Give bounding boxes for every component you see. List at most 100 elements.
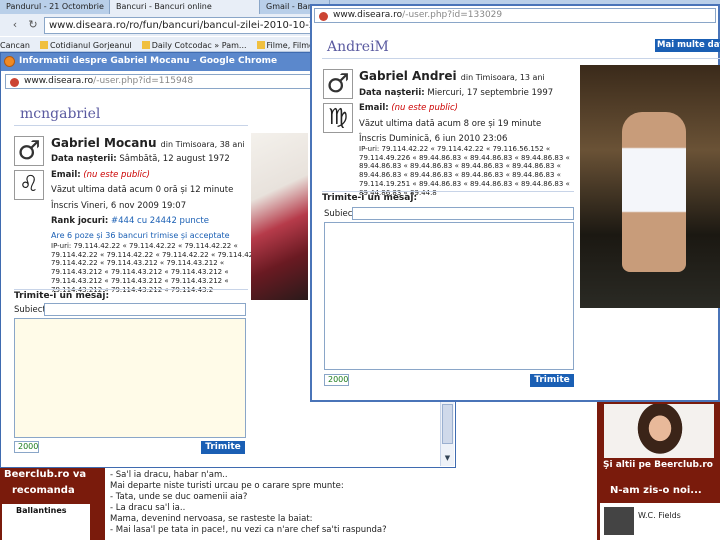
ballantines-ad[interactable]: Ballantines xyxy=(2,504,90,540)
rank-label: Rank jocuri: xyxy=(51,216,109,226)
url-path: /-user.php?id=115948 xyxy=(93,76,194,86)
ip-line: 79.114.49.226 « 89.44.86.83 « 89.44.86.8… xyxy=(359,153,570,162)
back-icon[interactable]: ‹ xyxy=(8,18,22,32)
chrome-icon xyxy=(4,56,15,67)
rank-value[interactable]: #444 cu 24442 puncte xyxy=(111,216,209,226)
promo-face-image xyxy=(634,404,686,458)
male-symbol-icon: ♂ xyxy=(323,69,353,99)
joke-line: - Sa'l ia dracu, habar n'am.. xyxy=(110,470,228,480)
profile-photo[interactable] xyxy=(251,133,308,300)
bookmark-label: Daily Cotcodac » Pam... xyxy=(151,40,247,50)
subject-input[interactable] xyxy=(44,303,246,316)
ip-line: 79.114.43.212 « 79.114.43.212 « 79.114.4… xyxy=(51,276,229,285)
sidebar-line: Beerclub.ro va xyxy=(4,469,87,480)
sidebar-line: recomanda xyxy=(12,485,75,496)
tab-bancuri[interactable]: Bancuri - Bancuri online xyxy=(110,0,260,14)
url-host: www.diseara.ro xyxy=(24,76,94,86)
email-row: Email: (nu este public) xyxy=(51,170,150,180)
profile-name: Gabriel Andrei din Timisoara, 13 ani xyxy=(359,69,545,83)
basketball-player-image xyxy=(622,112,686,272)
city-age: din Timisoara, 38 ani xyxy=(160,140,245,149)
joke-line: - Tata, unde se duc oamenii aia? xyxy=(110,492,248,502)
url-host: www.diseara.ro xyxy=(333,10,403,20)
joke-line: - La dracu sa'l ia.. xyxy=(110,503,186,513)
address-bar[interactable]: www.diseara.ro/ro/fun/bancuri/bancul-zil… xyxy=(44,17,324,34)
message-textarea[interactable] xyxy=(14,318,246,438)
birth-value: Sâmbătă, 12 august 1972 xyxy=(119,154,230,164)
divider xyxy=(322,191,574,192)
birth-label: Data nașterii: xyxy=(359,88,425,98)
ip-line: 79.114.19.251 « 89.44.86.83 « 89.44.86.8… xyxy=(359,179,570,188)
scroll-down-icon[interactable]: ▼ xyxy=(442,454,453,464)
char-counter: 2000 xyxy=(324,374,349,386)
birth-label: Data nașterii: xyxy=(51,154,117,164)
bookmark-icon xyxy=(141,41,150,49)
bookmark-icon xyxy=(256,41,265,49)
subject-label: Subiect xyxy=(324,209,356,219)
quote-author[interactable]: W.C. Fields xyxy=(638,511,681,520)
send-message-heading: Trimite-i un mesaj: xyxy=(14,291,110,301)
profile-name: Gabriel Mocanu din Timisoara, 38 ani xyxy=(51,136,245,150)
reload-icon[interactable]: ↻ xyxy=(26,18,40,32)
name-text: Gabriel Andrei xyxy=(359,69,457,83)
email-label: Email: xyxy=(359,103,389,113)
last-seen: Văzut ultima dată acum 8 ore și 19 minut… xyxy=(359,119,542,129)
send-button[interactable]: Trimite xyxy=(201,441,245,454)
divider xyxy=(322,58,720,59)
scrollbar-thumb[interactable] xyxy=(442,404,453,444)
name-text: Gabriel Mocanu xyxy=(51,136,157,150)
bookmark-label: Cotidianul Gorjeanul xyxy=(49,40,132,50)
ip-line: 79.114.43.212 « 79.114.43.212 « 79.114.4… xyxy=(51,268,229,277)
beerclub-link[interactable]: Şi altii pe Beerclub.ro xyxy=(603,460,713,470)
send-button[interactable]: Trimite xyxy=(530,374,574,387)
joke-line: - Mai lasa'l pe tata in pace!, nu vezi c… xyxy=(110,525,387,535)
subject-input[interactable] xyxy=(352,207,574,220)
joke-line: Mai departe niste turisti urcau pe o car… xyxy=(110,481,344,491)
email-row: Email: (nu este public) xyxy=(359,103,458,113)
quote-author-photo xyxy=(604,507,634,535)
bookmark-cotcodac[interactable]: Daily Cotcodac » Pam... xyxy=(141,39,247,51)
bookmark-cancan[interactable]: Cancan xyxy=(0,39,30,51)
registered-date: Înscris Vineri, 6 nov 2009 19:07 xyxy=(51,201,187,211)
message-textarea[interactable] xyxy=(324,222,574,370)
ip-line: 79.114.42.22 « 79.114.42.22 « 79.114.42.… xyxy=(51,250,271,259)
tab-pandurul[interactable]: Pandurul - 21 Octombrie xyxy=(0,0,110,14)
ip-line: 79.114.42.22 « 79.114.43.212 « 79.114.43… xyxy=(51,259,225,268)
ip-line: 89.44.86.83 « 89.44.86.83 « 89.44.86.83 … xyxy=(359,162,561,171)
birth-date: Data nașterii: Miercuri, 17 septembrie 1… xyxy=(359,88,553,98)
user-handle: AndreiM xyxy=(327,39,389,55)
ip-line: IP-uri: 79.114.42.22 « 79.114.42.22 « 79… xyxy=(359,145,551,153)
popup-address-bar[interactable]: www.diseara.ro/-user.php?id=133029 xyxy=(314,8,716,23)
bookmark-icon xyxy=(39,41,48,49)
window-title: Informatii despre Gabriel Mocanu - Googl… xyxy=(19,56,278,66)
ip-list: IP-uri: 79.114.42.22 « 79.114.42.22 « 79… xyxy=(359,145,570,197)
ip-list: IP-uri: 79.114.42.22 « 79.114.42.22 « 79… xyxy=(51,242,271,294)
divider xyxy=(14,289,248,290)
email-value: (nu este public) xyxy=(83,170,150,180)
ip-line: 89.44.86.83 « 89.44.86.83 « 89.44.86.83 … xyxy=(359,171,561,180)
registered-date: Înscris Duminică, 6 iun 2010 23:06 xyxy=(359,134,508,144)
bookmark-gorjeanul[interactable]: Cotidianul Gorjeanul xyxy=(39,39,132,51)
more-data-button[interactable]: Mai multe date xyxy=(655,39,720,52)
site-icon xyxy=(10,78,19,87)
url-path: /-user.php?id=133029 xyxy=(402,10,503,20)
email-value: (nu este public) xyxy=(391,103,458,113)
send-message-heading: Trimite-i un mesaj: xyxy=(322,193,418,203)
posts-summary[interactable]: Are 6 poze și 36 bancuri trimise și acce… xyxy=(51,231,230,240)
user-handle: mcngabriel xyxy=(20,106,101,122)
birth-value: Miercuri, 17 septembrie 1997 xyxy=(427,88,554,98)
joke-text: - Sa'l ia dracu, habar n'am.. Mai depart… xyxy=(110,470,450,540)
bookmark-label: Cancan xyxy=(0,40,30,50)
subject-label: Subiect xyxy=(14,305,46,315)
joke-line: Mama, devenind nervoasa, se rasteste la … xyxy=(110,514,313,524)
site-icon xyxy=(319,12,328,21)
zodiac-icon: ♍ xyxy=(323,103,353,133)
quotes-heading: N-am zis-o noi... xyxy=(610,485,702,496)
beerclub-sidebar: Beerclub.ro va recomanda Ballantines xyxy=(0,464,105,540)
male-symbol-icon: ♂ xyxy=(14,136,44,166)
zodiac-icon: ♌ xyxy=(14,170,44,200)
last-seen: Văzut ultima dată acum 0 oră și 12 minut… xyxy=(51,185,234,195)
char-counter: 2000 xyxy=(14,441,39,453)
city-age: din Timisoara, 13 ani xyxy=(460,73,545,82)
email-label: Email: xyxy=(51,170,81,180)
